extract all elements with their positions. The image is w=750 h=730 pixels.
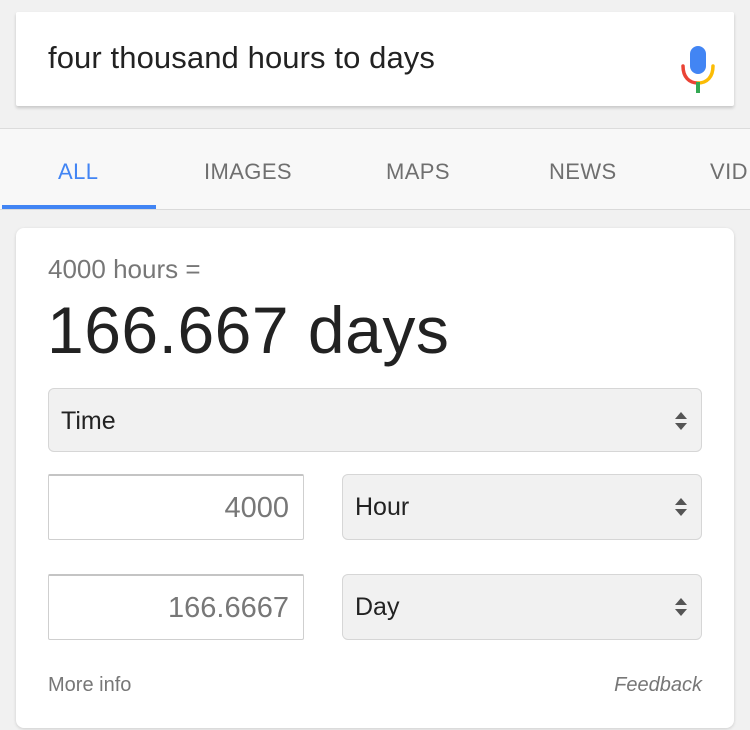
unit-converter-card: 4000 hours = 166.667 days Time 4000 Hour… xyxy=(16,228,734,728)
from-unit-select[interactable]: Hour xyxy=(342,474,702,540)
more-info-link[interactable]: More info xyxy=(48,674,131,697)
to-unit-value: Day xyxy=(355,593,400,621)
category-select-value: Time xyxy=(61,407,116,435)
up-down-arrows-icon xyxy=(675,412,687,430)
up-down-arrows-icon xyxy=(675,498,687,516)
to-value: 166.6667 xyxy=(168,592,289,624)
tab-videos[interactable]: VID xyxy=(710,159,748,185)
microphone-icon[interactable] xyxy=(680,46,716,94)
feedback-link[interactable]: Feedback xyxy=(614,674,702,697)
to-value-input[interactable]: 166.6667 xyxy=(48,574,304,640)
equation-label: 4000 hours = xyxy=(48,254,201,284)
from-unit-value: Hour xyxy=(355,493,410,521)
tab-news[interactable]: NEWS xyxy=(549,159,617,185)
up-down-arrows-icon xyxy=(675,598,687,616)
from-value-input[interactable]: 4000 xyxy=(48,474,304,540)
search-box[interactable]: four thousand hours to days xyxy=(16,12,734,106)
search-query[interactable]: four thousand hours to days xyxy=(48,40,435,76)
to-unit-select[interactable]: Day xyxy=(342,574,702,640)
active-tab-indicator xyxy=(2,205,156,209)
tab-maps[interactable]: MAPS xyxy=(386,159,450,185)
search-tabs: ALL IMAGES MAPS NEWS VID xyxy=(0,128,750,210)
conversion-result: 166.667 days xyxy=(47,293,450,367)
search-area: four thousand hours to days xyxy=(0,0,750,128)
category-select[interactable]: Time xyxy=(48,388,702,452)
tab-all[interactable]: ALL xyxy=(58,159,98,185)
from-value: 4000 xyxy=(224,492,289,524)
tab-images[interactable]: IMAGES xyxy=(204,159,292,185)
